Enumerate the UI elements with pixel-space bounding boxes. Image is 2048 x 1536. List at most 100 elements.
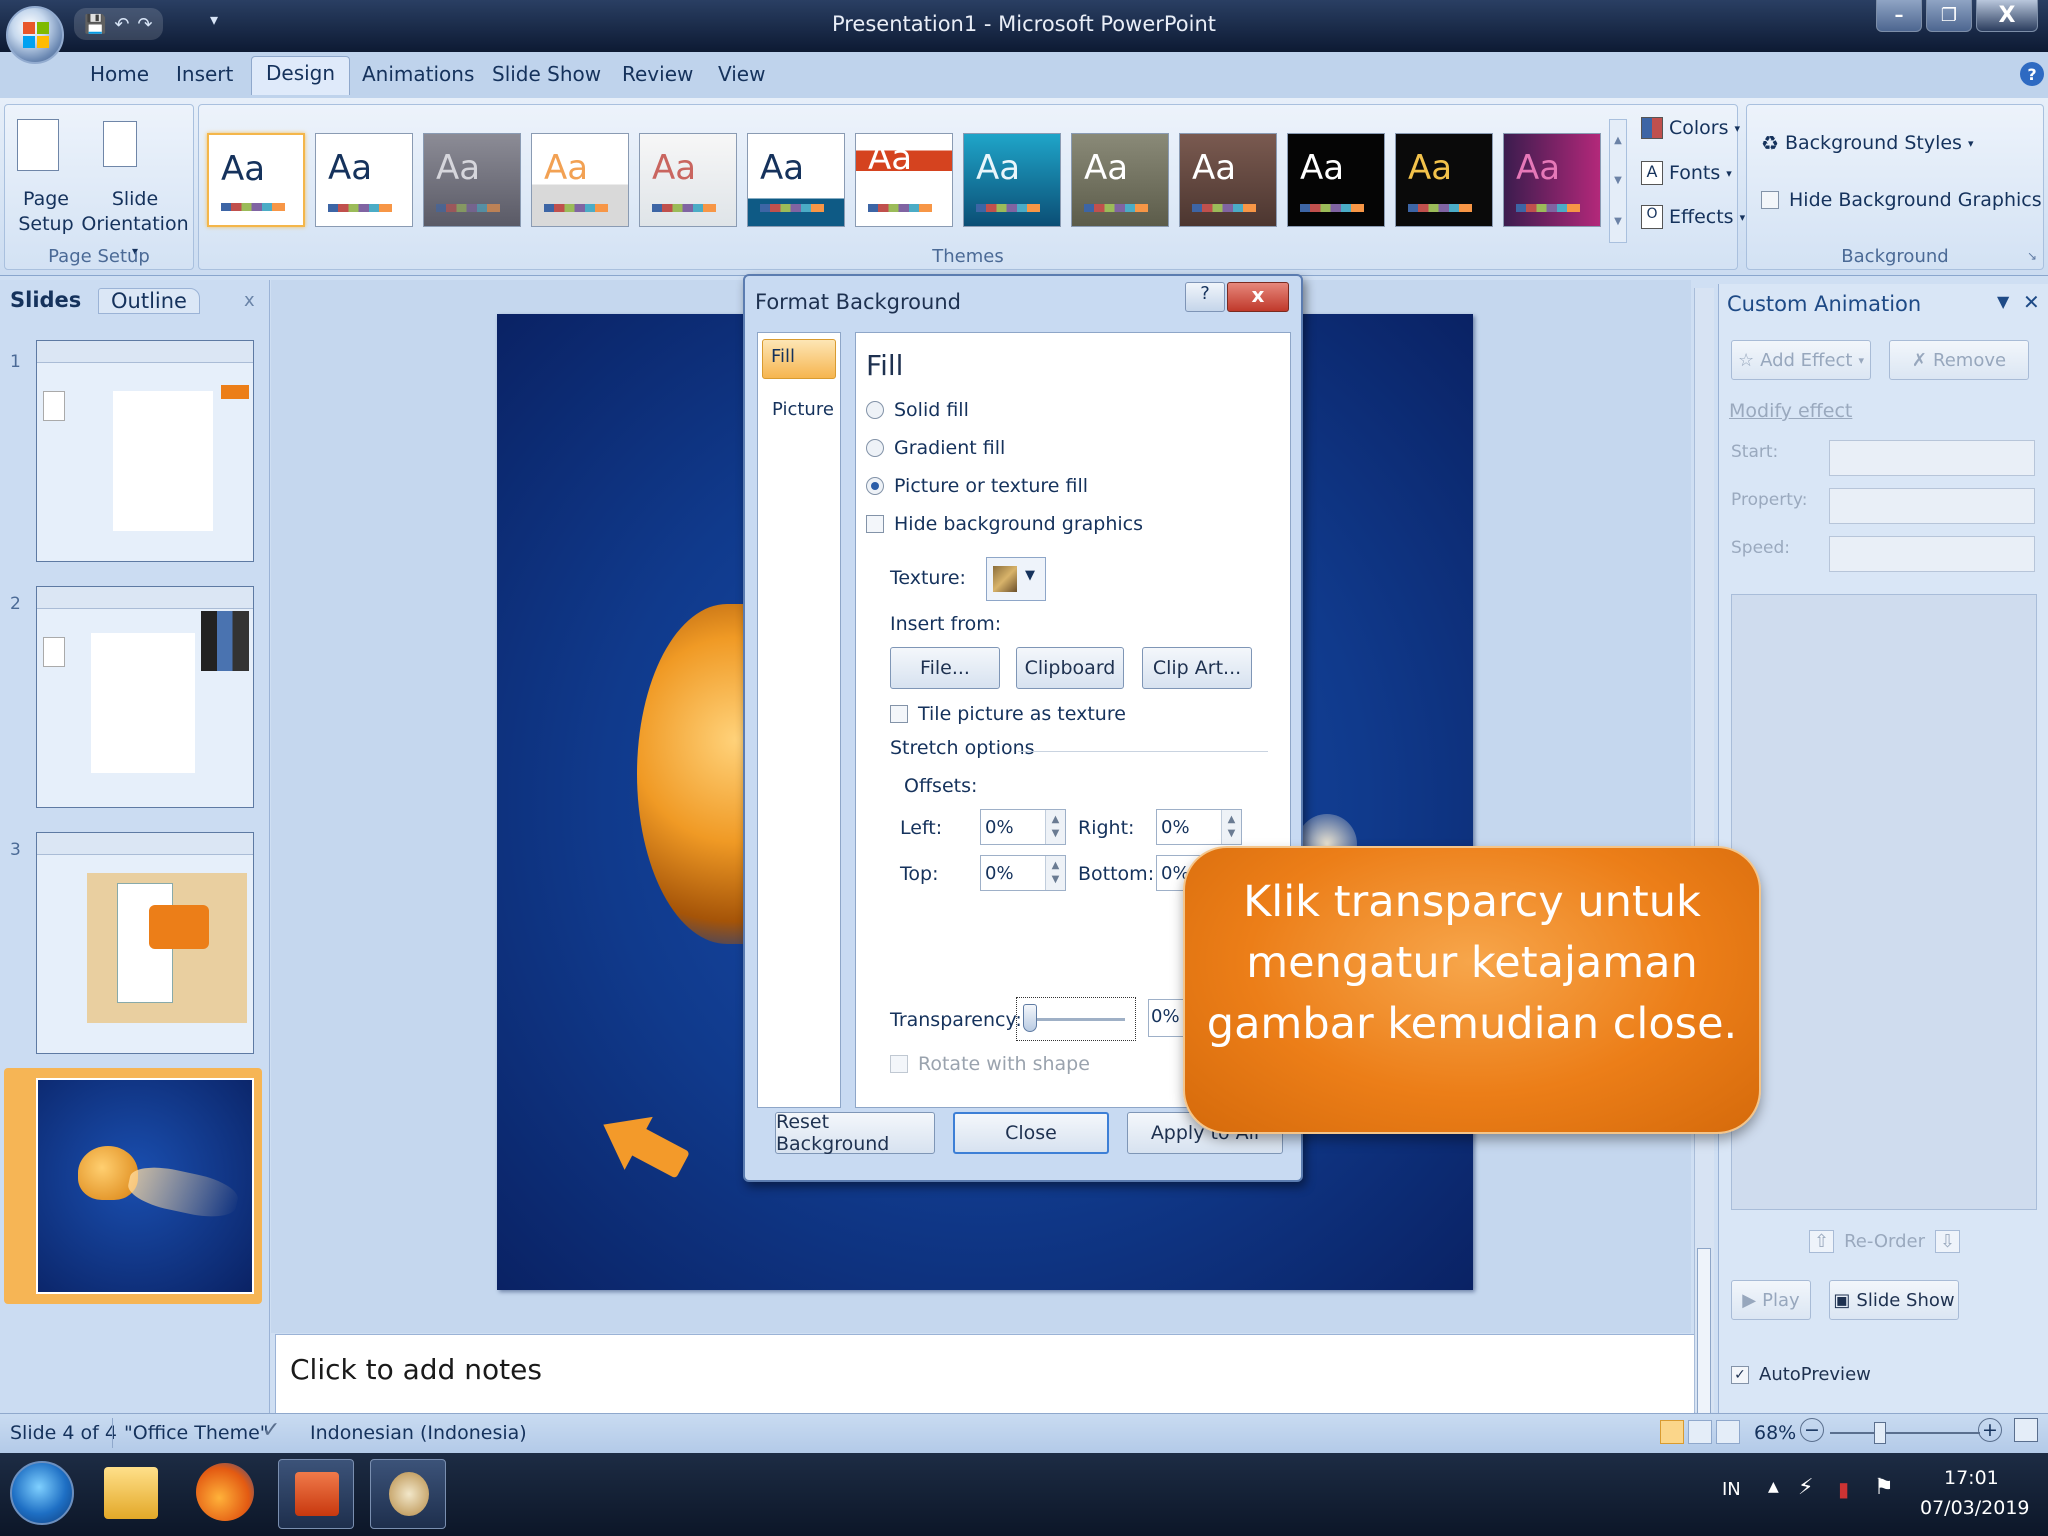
add-effect-button[interactable]: ☆ Add Effect ▾ xyxy=(1731,340,1871,380)
restore-button[interactable]: ❐ xyxy=(1926,0,1972,32)
solid-fill-radio[interactable]: Solid fill xyxy=(866,399,969,421)
theme-3[interactable]: Aa xyxy=(423,133,521,227)
theme-10[interactable]: Aa xyxy=(1179,133,1277,227)
autopreview-checkbox[interactable]: ✓ AutoPreview xyxy=(1731,1364,1871,1385)
reset-background-button[interactable]: Reset Background xyxy=(775,1111,935,1155)
firefox-icon[interactable] xyxy=(196,1463,254,1521)
fit-to-window-icon[interactable] xyxy=(2014,1418,2038,1442)
tab-outline[interactable]: Outline xyxy=(98,288,200,314)
close-window-button[interactable]: X xyxy=(1976,0,2038,32)
zoom-out-icon[interactable]: − xyxy=(1800,1418,1824,1442)
dialog-help-button[interactable]: ? xyxy=(1185,282,1225,312)
theme-4[interactable]: Aa xyxy=(531,133,629,227)
action-center-icon[interactable]: ⚑ xyxy=(1874,1475,1894,1500)
power-icon[interactable]: ⚡ xyxy=(1798,1475,1813,1500)
tab-home[interactable]: Home xyxy=(90,62,149,86)
theme-office[interactable]: Aa xyxy=(207,133,305,227)
move-up-icon[interactable]: ⇧ xyxy=(1809,1230,1835,1253)
tab-insert[interactable]: Insert xyxy=(176,62,233,86)
tab-animations[interactable]: Animations xyxy=(362,62,474,86)
file-button[interactable]: File... xyxy=(890,647,1000,689)
tab-view[interactable]: View xyxy=(718,62,765,86)
minimize-button[interactable]: – xyxy=(1876,0,1922,32)
theme-11[interactable]: Aa xyxy=(1287,133,1385,227)
theme-6[interactable]: Aa xyxy=(747,133,845,227)
left-offset-input[interactable]: 0% ▲ ▼ xyxy=(980,809,1066,845)
zoom-slider[interactable] xyxy=(1830,1422,1980,1444)
notes-pane[interactable]: Click to add notes xyxy=(275,1334,1695,1414)
background-styles-button[interactable]: ♻ Background Styles ▾ xyxy=(1761,131,1973,155)
fonts-button[interactable]: A Fonts ▾ xyxy=(1641,161,1732,185)
page-setup-button[interactable]: Page Setup xyxy=(11,187,81,237)
spinner-icon[interactable]: ▲▼ xyxy=(1221,810,1241,844)
slide-thumbnail-1[interactable] xyxy=(36,340,254,562)
close-button[interactable]: Close xyxy=(953,1112,1109,1154)
spelling-check-icon[interactable]: ✓ xyxy=(262,1418,280,1443)
network-icon[interactable]: ▮ xyxy=(1838,1477,1849,1501)
slide-show-view-icon[interactable] xyxy=(1716,1420,1740,1444)
input-language[interactable]: IN xyxy=(1722,1479,1741,1500)
zoom-in-icon[interactable]: + xyxy=(1978,1418,2002,1442)
theme-12[interactable]: Aa xyxy=(1395,133,1493,227)
spinner-icon[interactable]: ▲▼ xyxy=(1045,810,1065,844)
theme-13[interactable]: Aa xyxy=(1503,133,1601,227)
tile-picture-checkbox[interactable]: Tile picture as texture xyxy=(890,703,1126,725)
taskbar-powerpoint[interactable] xyxy=(278,1459,354,1529)
slide-thumbnail-2[interactable] xyxy=(36,586,254,808)
nav-fill[interactable]: Fill xyxy=(762,339,836,379)
dialog-launcher-icon[interactable]: ↘ xyxy=(2027,249,2037,263)
theme-9[interactable]: Aa xyxy=(1071,133,1169,227)
slider-thumb[interactable] xyxy=(1023,1004,1037,1032)
move-down-icon[interactable]: ⇩ xyxy=(1935,1230,1961,1253)
speed-select[interactable] xyxy=(1829,536,2035,572)
scroll-down-icon[interactable]: ▼ xyxy=(1614,175,1622,186)
taskbar-paint[interactable] xyxy=(370,1459,446,1529)
close-pane-icon[interactable]: x xyxy=(244,290,255,311)
scroll-up-icon[interactable]: ▲ xyxy=(1614,135,1622,146)
right-offset-input[interactable]: 0% ▲ ▼ xyxy=(1156,809,1242,845)
slide-thumbnail-4[interactable] xyxy=(36,1078,254,1294)
pane-menu-icon[interactable]: ▼ xyxy=(1997,292,2009,311)
tab-review[interactable]: Review xyxy=(622,62,693,86)
clock-time[interactable]: 17:01 xyxy=(1944,1467,1999,1489)
picture-fill-radio[interactable]: Picture or texture fill xyxy=(866,475,1088,497)
office-button[interactable] xyxy=(6,6,64,64)
nav-picture[interactable]: Picture xyxy=(772,399,834,420)
theme-7[interactable]: Aa xyxy=(855,133,953,227)
hide-background-graphics-checkbox[interactable]: Hide background graphics xyxy=(866,513,1143,535)
file-explorer-icon[interactable] xyxy=(104,1467,158,1519)
theme-8[interactable]: Aa xyxy=(963,133,1061,227)
spinner-icon[interactable]: ▲▼ xyxy=(1045,856,1065,890)
normal-view-icon[interactable] xyxy=(1660,1420,1684,1444)
language-indicator[interactable]: Indonesian (Indonesia) xyxy=(310,1422,527,1444)
rotate-with-shape-checkbox[interactable]: Rotate with shape xyxy=(890,1053,1090,1075)
help-icon[interactable]: ? xyxy=(2020,62,2044,86)
remove-button[interactable]: ✗ Remove xyxy=(1889,340,2029,380)
tab-slide-show[interactable]: Slide Show xyxy=(492,62,601,86)
hide-background-graphics-checkbox[interactable]: Hide Background Graphics xyxy=(1761,189,2042,211)
themes-scroll[interactable]: ▲ ▼ ▼ xyxy=(1609,119,1627,243)
top-offset-input[interactable]: 0% ▲ ▼ xyxy=(980,855,1066,891)
gradient-fill-radio[interactable]: Gradient fill xyxy=(866,437,1005,459)
zoom-level[interactable]: 68% xyxy=(1754,1422,1796,1444)
theme-2[interactable]: Aa xyxy=(315,133,413,227)
transparency-slider[interactable] xyxy=(1016,997,1136,1041)
clipboard-button[interactable]: Clipboard xyxy=(1016,647,1124,689)
tab-design[interactable]: Design xyxy=(251,56,351,95)
start-select[interactable] xyxy=(1829,440,2035,476)
slide-thumbnail-3[interactable] xyxy=(36,832,254,1054)
slide-sorter-icon[interactable] xyxy=(1688,1420,1712,1444)
start-button[interactable] xyxy=(10,1461,74,1525)
colors-button[interactable]: Colors ▾ xyxy=(1641,117,1740,139)
clock-date[interactable]: 07/03/2019 xyxy=(1920,1497,2030,1519)
show-hidden-icons[interactable]: ▲ xyxy=(1768,1479,1779,1495)
dialog-close-x-button[interactable]: x xyxy=(1227,282,1289,312)
property-select[interactable] xyxy=(1829,488,2035,524)
texture-picker[interactable]: ▼ xyxy=(986,557,1046,601)
play-button[interactable]: ▶ Play xyxy=(1731,1280,1811,1320)
zoom-slider-thumb[interactable] xyxy=(1874,1422,1886,1444)
clip-art-button[interactable]: Clip Art... xyxy=(1142,647,1252,689)
tab-slides[interactable]: Slides xyxy=(10,288,81,312)
effects-button[interactable]: O Effects ▾ xyxy=(1641,205,1745,229)
transparency-input[interactable]: 0% xyxy=(1148,999,1188,1037)
